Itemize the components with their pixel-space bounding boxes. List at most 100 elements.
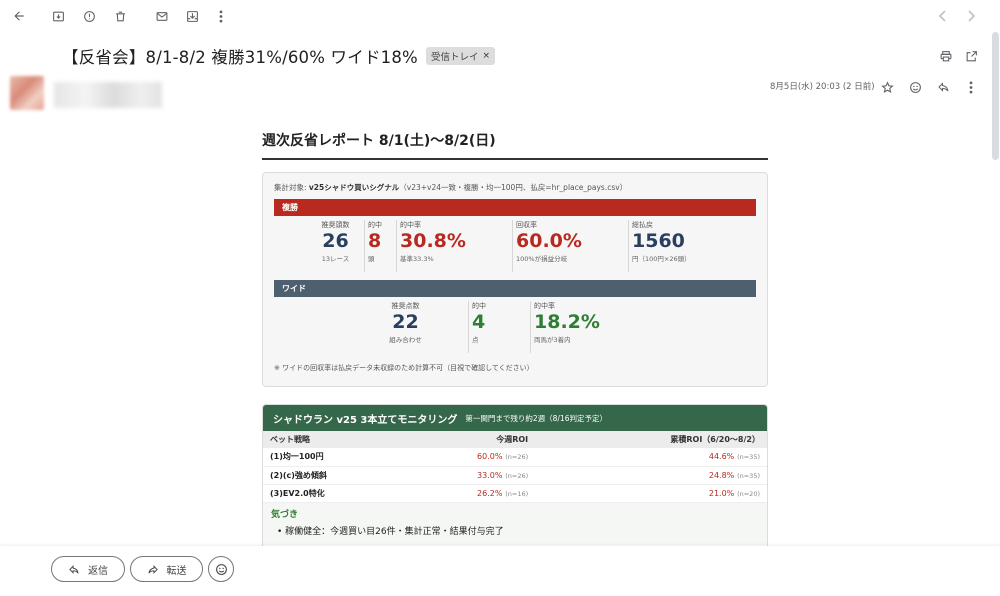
stat-value: 18.2% <box>534 311 600 333</box>
stat-sub: 基準33.3% <box>400 255 434 263</box>
wide-stats: 推奨点数 22 組み合わせ 的中 4 点 的中率 18.2% 両馬が3着内 <box>274 297 756 361</box>
forward-button[interactable]: 転送 <box>130 556 203 582</box>
table-row: (3)EV2.0特化 26.2% (n=16) 21.0% (n=20) <box>263 484 767 503</box>
cum-n: (n=35) <box>737 471 760 480</box>
report-spam-icon[interactable] <box>80 7 98 25</box>
move-to-icon[interactable] <box>183 7 201 25</box>
cum-roi-cell: 44.6% (n=35) <box>535 448 767 467</box>
stat-sub: 両馬が3着内 <box>534 336 571 344</box>
more-vert-icon[interactable] <box>212 7 230 25</box>
smiley-icon <box>215 563 227 575</box>
wide-stat-count: 推奨点数 22 組み合わせ <box>344 301 464 353</box>
week-n: (n=26) <box>505 471 529 480</box>
forward-icon <box>147 564 158 574</box>
star-icon[interactable] <box>878 78 896 96</box>
week-roi-cell: 33.0% (n=26) <box>454 466 536 485</box>
message-toolbar <box>0 0 1000 32</box>
email-date: 8月5日(水) 20:03 (2 日前) <box>770 82 875 92</box>
stat-sub: 13レース <box>321 255 350 263</box>
stat-sub: 円（100円×26頭） <box>632 255 691 263</box>
monitoring-title: シャドウラン v25 3本立てモニタリング <box>273 414 458 426</box>
inbox-label-chip[interactable]: 受信トレイ × <box>425 47 495 65</box>
archive-icon[interactable] <box>49 7 67 25</box>
stat-sub: 100%が損益分岐 <box>516 255 568 263</box>
sender-name-redacted <box>54 82 162 108</box>
stat-label: 的中 <box>472 302 486 310</box>
scrollbar[interactable] <box>992 32 999 160</box>
week-roi-value: 26.2% <box>477 488 503 498</box>
stat-label: 回収率 <box>516 221 537 229</box>
insight-item: • 稼働健全：今週買い目26件・集計正常・結果付与完了 <box>277 526 504 537</box>
email-subject: 【反省会】8/1-8/2 複勝31%/60% ワイド18% <box>62 48 418 67</box>
stat-label: 推奨頭数 <box>321 221 350 229</box>
roi-table: ベット戦略 今週ROI 累積ROI（6/20〜8/2） (1)均一100円 60… <box>263 431 767 503</box>
mark-unread-icon[interactable] <box>153 7 171 25</box>
target-line: 集計対象: v25シャドウ買いシグナル（v23+v24一致・複勝・均一100円、… <box>274 182 756 193</box>
stat-label: 的中率 <box>400 221 421 229</box>
week-roi-cell: 26.2% (n=16) <box>454 484 536 503</box>
week-roi-value: 33.0% <box>477 470 503 480</box>
wide-note: ※ ワイドの回収率は払戻データ未収録のため計算不可（目視で確認してください） <box>274 364 534 372</box>
monitoring-card: シャドウラン v25 3本立てモニタリング 第一関門まで残り約2週（8/16判定… <box>262 404 768 554</box>
cum-roi-value: 24.8% <box>708 470 735 480</box>
table-row: (2)(c)強め傾斜 33.0% (n=26) 24.8% (n=35) <box>263 466 767 485</box>
place-stat-payout: 総払戻 1560 円（100円×26頭） <box>628 220 748 272</box>
week-n: (n=26) <box>505 453 529 462</box>
cum-roi-value: 44.6% <box>708 452 735 462</box>
cum-roi-cell: 24.8% (n=35) <box>535 466 767 485</box>
target-label: 集計対象: <box>274 183 309 192</box>
stat-label: 的中 <box>368 221 382 229</box>
stat-value: 60.0% <box>516 230 582 252</box>
week-roi-value: 60.0% <box>477 452 503 462</box>
wide-stat-hits: 的中 4 点 <box>468 301 530 353</box>
label-chip-close[interactable]: × <box>482 51 490 61</box>
message-more-icon[interactable] <box>962 78 980 96</box>
target-detail: （v23+v24一致・複勝・均一100円、払戻=hr_place_pays.cs… <box>399 183 628 192</box>
week-roi-cell: 60.0% (n=26) <box>454 448 536 467</box>
avatar[interactable] <box>10 76 44 110</box>
stat-value: 22 <box>392 311 419 333</box>
report-title: 週次反省レポート 8/1(土)〜8/2(日) <box>262 130 768 160</box>
reply-label: 返信 <box>88 565 108 577</box>
table-row: (1)均一100円 60.0% (n=26) 44.6% (n=35) <box>263 448 767 467</box>
place-stat-count: 推奨頭数 26 13レース <box>305 220 363 272</box>
open-new-window-icon[interactable] <box>962 47 980 65</box>
place-stat-return-rate: 回収率 60.0% 100%が損益分岐 <box>512 220 628 272</box>
insight-item-text: 稼働健全：今週買い目26件・集計正常・結果付与完了 <box>285 526 504 537</box>
monitoring-subtitle: 第一関門まで残り約2週（8/16判定予定） <box>465 413 607 423</box>
reply-icon[interactable] <box>934 78 952 96</box>
col-strategy: ベット戦略 <box>263 431 455 448</box>
place-stats: 推奨頭数 26 13レース 的中 8 頭 的中率 30.8% 基準33.3% 回… <box>274 216 756 274</box>
delete-icon[interactable] <box>111 7 129 25</box>
email-body: 週次反省レポート 8/1(土)〜8/2(日) 集計対象: v25シャドウ買いシグ… <box>262 130 768 387</box>
back-arrow-icon[interactable] <box>10 7 28 25</box>
emoji-react-icon[interactable] <box>906 78 924 96</box>
place-stat-hits: 的中 8 頭 <box>364 220 396 272</box>
next-chevron-icon[interactable] <box>962 7 980 25</box>
label-chip-text: 受信トレイ <box>430 52 479 63</box>
reply-button[interactable]: 返信 <box>51 556 125 582</box>
stat-value: 4 <box>472 311 486 333</box>
cum-roi-value: 21.0% <box>708 488 735 498</box>
cum-n: (n=20) <box>737 489 760 498</box>
strategy-cell: (2)(c)強め傾斜 <box>263 466 455 485</box>
stat-label: 総払戻 <box>632 221 653 229</box>
place-section-header: 複勝 <box>274 199 756 216</box>
wide-stat-hit-rate: 的中率 18.2% 両馬が3着内 <box>530 301 650 353</box>
target-name: v25シャドウ買いシグナル <box>308 183 400 192</box>
cum-roi-cell: 21.0% (n=20) <box>535 484 767 503</box>
col-cum-roi: 累積ROI（6/20〜8/2） <box>535 431 767 448</box>
reply-action-bar: 返信 転送 <box>0 546 1000 596</box>
stat-sub: 点 <box>472 336 479 344</box>
stat-sub: 頭 <box>368 255 375 263</box>
print-icon[interactable] <box>937 47 955 65</box>
stat-value: 30.8% <box>400 230 466 252</box>
forward-label: 転送 <box>166 565 187 577</box>
insight-heading: 気づき <box>271 509 299 520</box>
table-header-row: ベット戦略 今週ROI 累積ROI（6/20〜8/2） <box>263 431 767 448</box>
strategy-cell: (1)均一100円 <box>263 448 455 467</box>
summary-card: 集計対象: v25シャドウ買いシグナル（v23+v24一致・複勝・均一100円、… <box>262 172 768 387</box>
emoji-reaction-button[interactable] <box>208 556 234 582</box>
prev-chevron-icon[interactable] <box>934 7 952 25</box>
stat-value: 26 <box>322 230 349 252</box>
